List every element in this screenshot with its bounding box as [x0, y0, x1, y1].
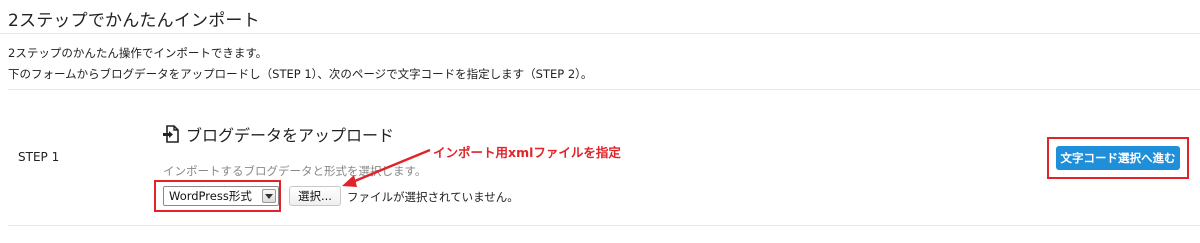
title-divider — [0, 33, 1200, 34]
description-line-1: 2ステップのかんたん操作でインポートできます。 — [8, 46, 268, 60]
chevron-down-icon — [262, 189, 276, 203]
format-select[interactable]: WordPress形式 — [163, 186, 279, 206]
step-label: STEP 1 — [18, 150, 60, 164]
format-select-value: WordPress形式 — [169, 189, 252, 203]
annotation-arrow-icon — [342, 148, 431, 187]
section-divider-top — [8, 89, 1200, 90]
file-status-text: ファイルが選択されていません。 — [347, 190, 519, 204]
description-line-2: 下のフォームからブログデータをアップロードし（STEP 1）、次のページで文字コ… — [8, 67, 593, 81]
page-title: 2ステップでかんたんインポート — [8, 11, 260, 31]
next-charset-button[interactable]: 文字コード選択へ進む — [1056, 146, 1180, 170]
section-divider-bottom — [8, 225, 1200, 226]
section-title: ブログデータをアップロード — [186, 126, 395, 145]
file-upload-icon — [162, 125, 179, 143]
annotation-text: インポート用xmlファイルを指定 — [433, 145, 621, 160]
section-header: ブログデータをアップロード — [162, 122, 394, 146]
